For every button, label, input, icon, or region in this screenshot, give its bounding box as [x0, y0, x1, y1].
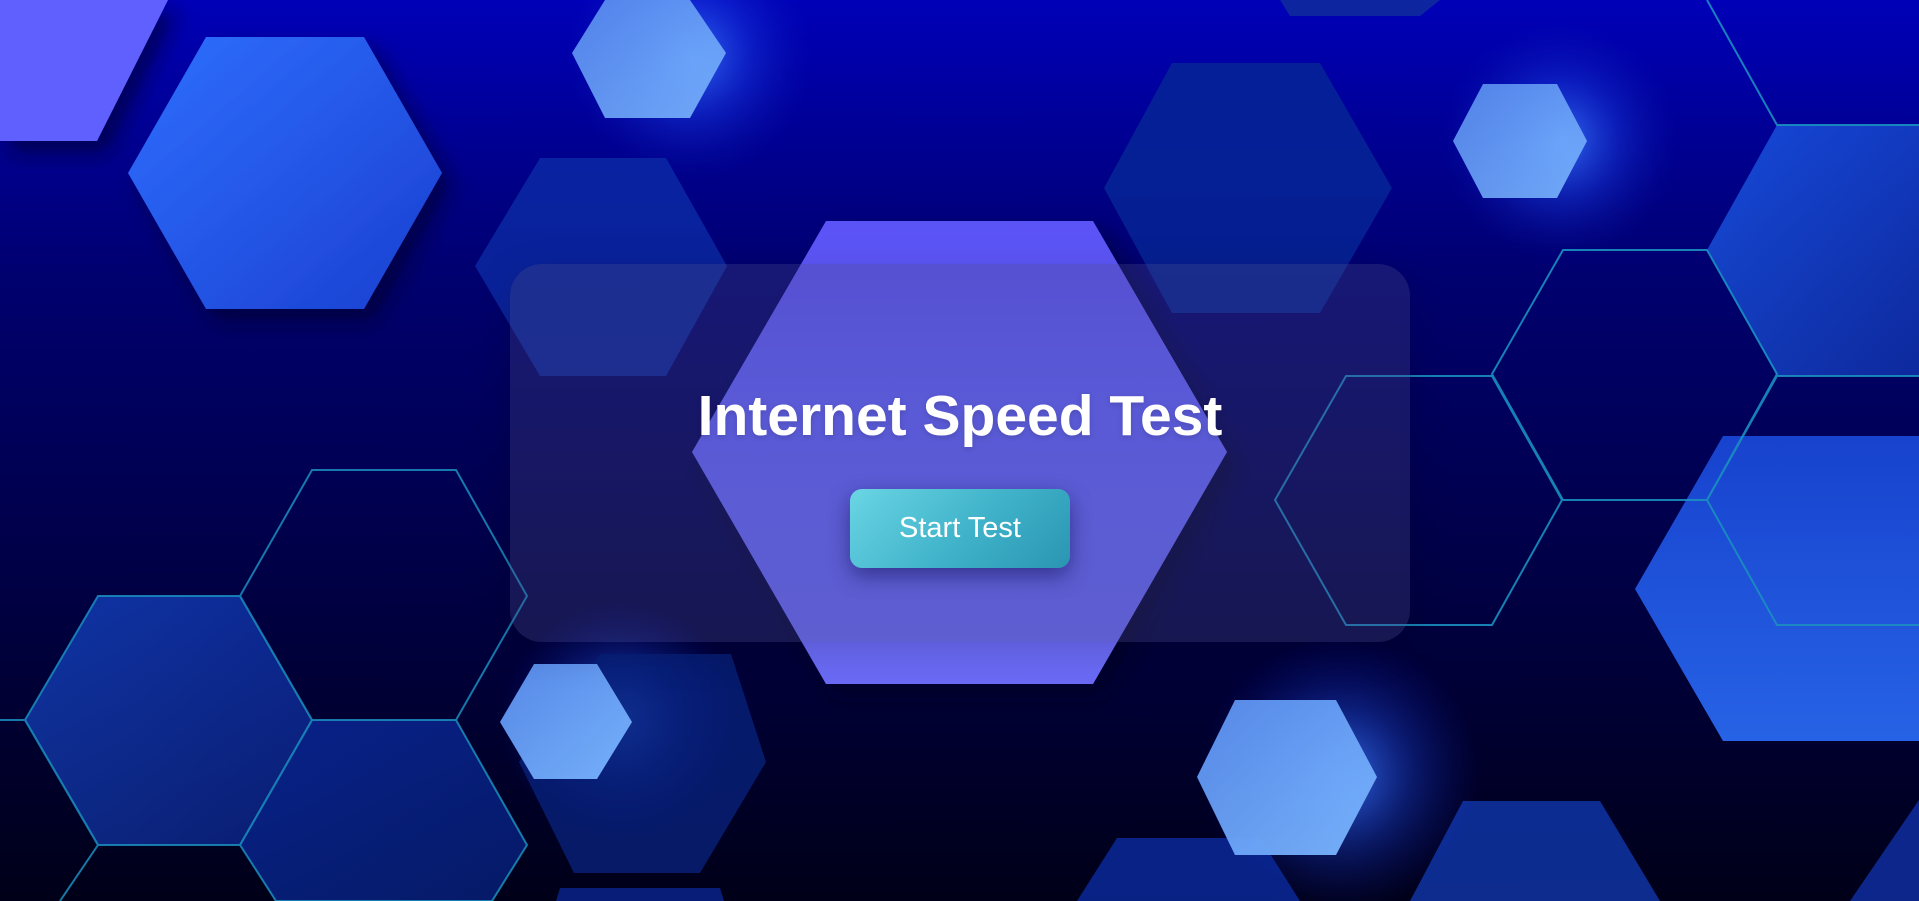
start-test-button[interactable]: Start Test — [850, 489, 1070, 568]
outline-hex-right-top — [1706, 0, 1919, 126]
hexagon-left-large — [128, 37, 442, 309]
hexagon-bottom-right-corner — [1850, 800, 1919, 901]
hexagon-right-lower — [1635, 436, 1919, 741]
hexagon-top-left — [0, 0, 168, 141]
hexagon-top-edge — [1280, 0, 1440, 16]
hexagon-bottom-left-edge — [556, 888, 724, 901]
hexagon-right-upper — [1707, 125, 1919, 376]
page-title: Internet Speed Test — [697, 384, 1223, 448]
speed-test-page: Internet Speed Test Start Test — [0, 0, 1919, 901]
